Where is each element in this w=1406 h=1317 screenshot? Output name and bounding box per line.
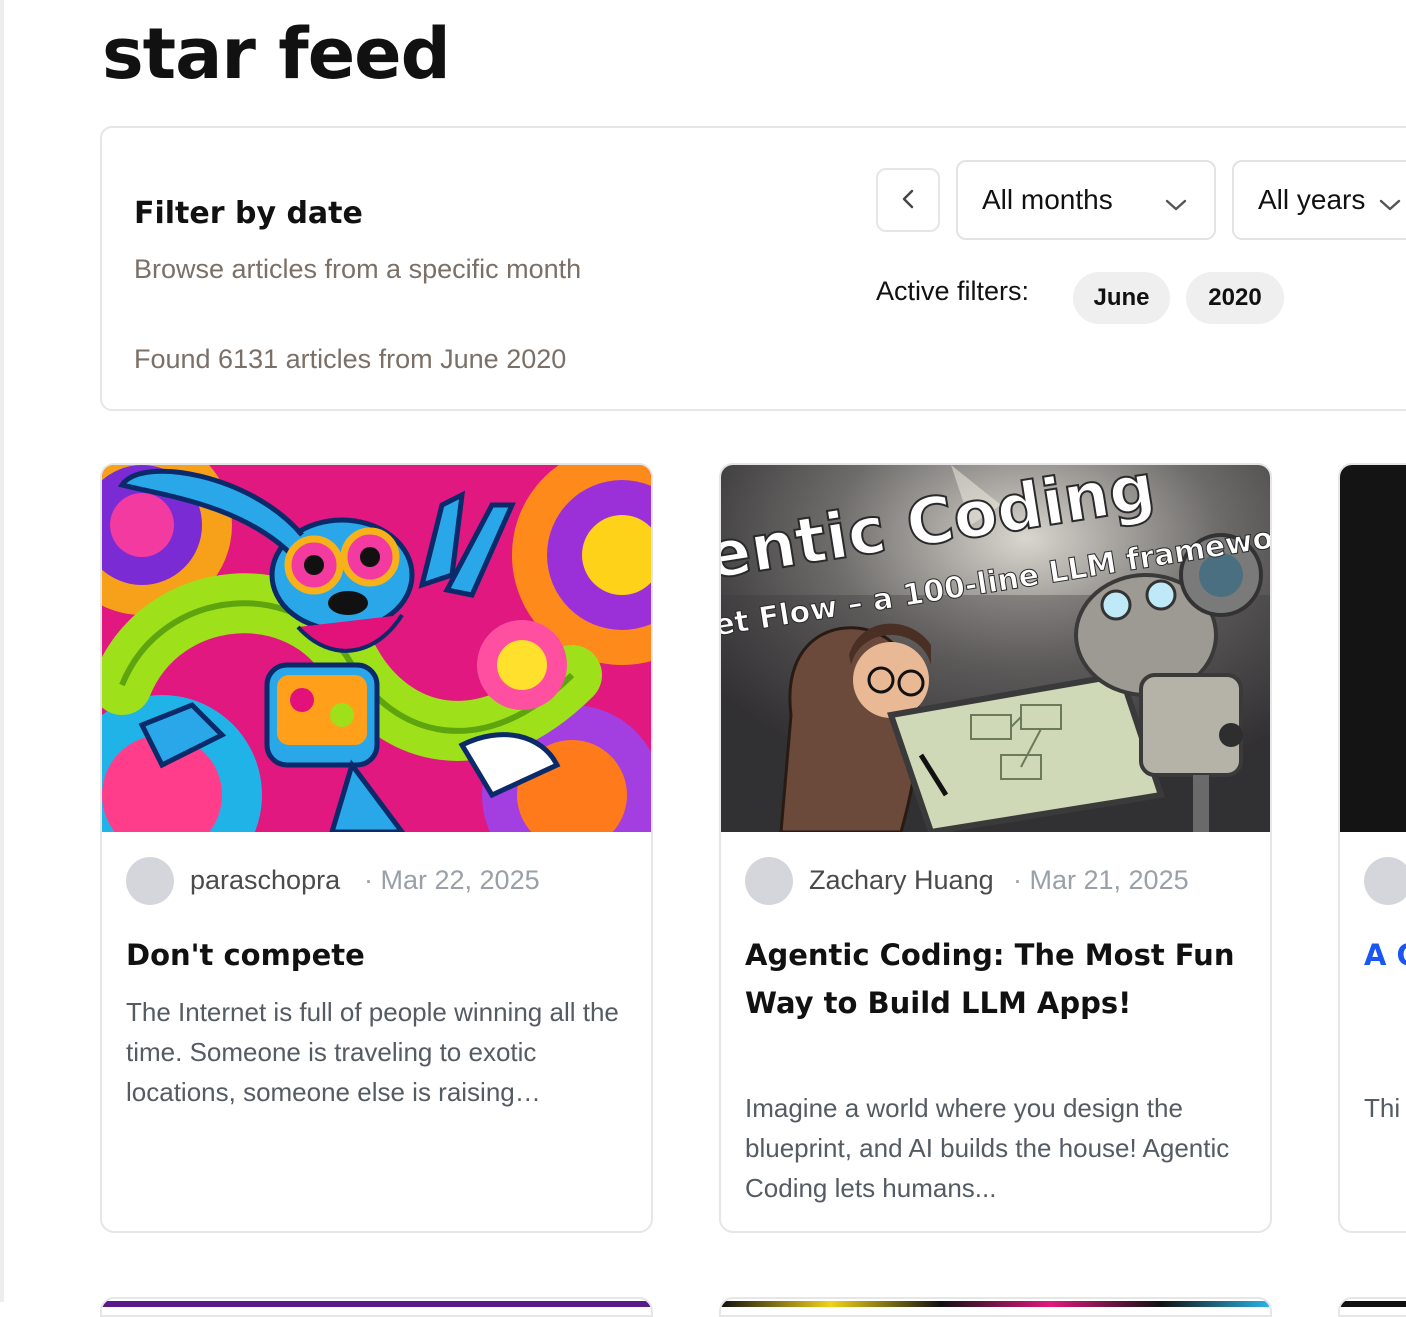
year-select[interactable]: All years	[1232, 160, 1406, 240]
avatar	[745, 857, 793, 905]
article-card[interactable]: A C Sh Co Thi Pag	[1338, 463, 1406, 1233]
article-card[interactable]: entic Coding et Flow – a 100-line LLM fr…	[719, 463, 1272, 1233]
active-filter-chip-month[interactable]: June	[1073, 272, 1170, 324]
year-select-value: All years	[1258, 184, 1366, 215]
publish-date: · Mar 22, 2025	[364, 865, 540, 895]
chevron-left-icon	[900, 188, 916, 213]
filter-heading: Filter by date	[134, 196, 363, 231]
article-excerpt: Imagine a world where you design the blu…	[745, 1093, 1230, 1203]
publish-date: · Mar 21, 2025	[1013, 865, 1189, 895]
result-count: Found 6131 articles from June 2020	[134, 344, 567, 374]
article-excerpt: Thi Pag	[1364, 1093, 1406, 1123]
active-filter-chip-year[interactable]: 2020	[1186, 272, 1284, 324]
avatar	[126, 857, 174, 905]
article-excerpt: The Internet is full of people winning a…	[126, 997, 619, 1107]
article-card-next-row[interactable]	[719, 1297, 1272, 1317]
page-title: star feed	[102, 13, 451, 95]
avatar	[1364, 857, 1406, 905]
article-card-next-row[interactable]	[1338, 1297, 1406, 1317]
publish-date-value: Mar 22, 2025	[380, 865, 540, 895]
article-title[interactable]: Agentic Coding: The Most Fun Way to Buil…	[745, 931, 1245, 1027]
chevron-down-icon	[1378, 190, 1402, 222]
month-select-value: All months	[982, 184, 1113, 215]
month-select[interactable]: All months	[956, 160, 1216, 240]
article-thumbnail	[102, 465, 651, 832]
article-title[interactable]: A C Sh Co	[1364, 931, 1406, 979]
article-card[interactable]: paraschopra · Mar 22, 2025 Don't compete…	[100, 463, 653, 1233]
author-name[interactable]: paraschopra	[190, 865, 340, 896]
article-title[interactable]: Don't compete	[126, 931, 626, 979]
article-thumbnail	[1340, 465, 1406, 832]
active-filters-label: Active filters:	[876, 276, 1030, 306]
left-rail	[0, 0, 4, 1302]
publish-date-value: Mar 21, 2025	[1029, 865, 1189, 895]
author-name[interactable]: Zachary Huang	[809, 865, 994, 896]
chevron-down-icon	[1164, 190, 1188, 222]
previous-month-button[interactable]	[876, 168, 940, 232]
article-card-next-row[interactable]	[100, 1297, 653, 1317]
filter-subheading: Browse articles from a specific month	[134, 254, 582, 284]
article-thumbnail: entic Coding et Flow – a 100-line LLM fr…	[721, 465, 1270, 832]
